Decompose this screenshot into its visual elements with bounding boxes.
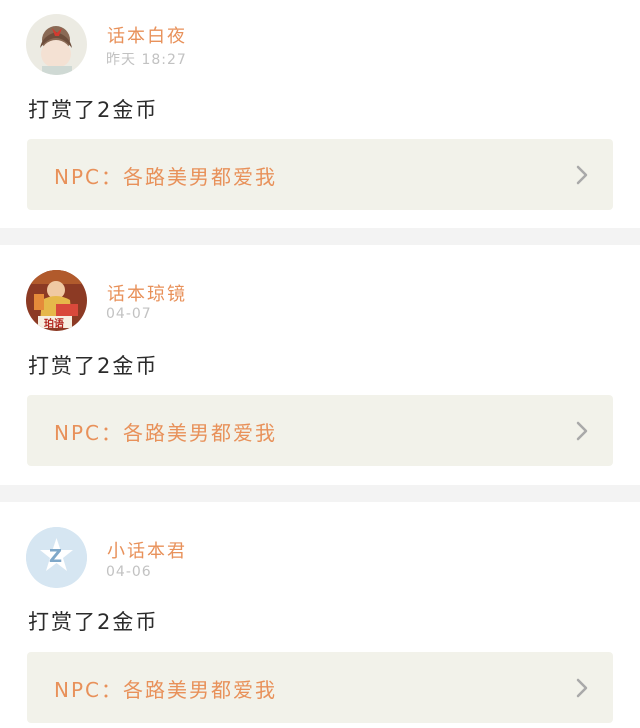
work-link-card[interactable]: NPC：各路美男都爱我 [27,139,613,210]
chevron-right-icon [576,165,588,185]
user-name[interactable]: 小话本君 [107,537,187,563]
avatar[interactable]: 珀语 [26,270,87,331]
reward-feed: 话本白夜 昨天 18:27 打赏了2金币 NPC：各路美男都爱我 珀语 话本琼镜… [0,0,640,728]
work-title: NPC：各路美男都爱我 [54,165,277,189]
work-link-card[interactable]: NPC：各路美男都爱我 [27,652,613,723]
avatar-letter: Z [49,546,63,567]
user-name[interactable]: 话本琼镜 [107,280,187,306]
post-time: 04-06 [106,564,152,580]
chevron-right-icon [576,421,588,441]
reward-text: 打赏了2金币 [28,610,159,634]
chevron-right-icon [576,678,588,698]
post-time: 04-07 [106,306,152,322]
work-title: NPC：各路美男都爱我 [54,421,277,445]
reward-text: 打赏了2金币 [28,354,159,378]
feed-item: 珀语 话本琼镜 04-07 打赏了2金币 NPC：各路美男都爱我 [0,245,640,485]
feed-item: 话本白夜 昨天 18:27 打赏了2金币 NPC：各路美男都爱我 [0,0,640,228]
work-link-card[interactable]: NPC：各路美男都爱我 [27,395,613,466]
reward-text: 打赏了2金币 [28,98,159,122]
avatar[interactable] [26,14,87,75]
work-title: NPC：各路美男都爱我 [54,678,277,702]
post-time: 昨天 18:27 [106,52,187,68]
feed-item: Z 小话本君 04-06 打赏了2金币 NPC：各路美男都爱我 [0,502,640,728]
user-name[interactable]: 话本白夜 [107,22,187,48]
avatar-badge: 珀语 [44,319,64,330]
avatar-girl-photo [26,14,87,75]
avatar[interactable]: Z [26,527,87,588]
